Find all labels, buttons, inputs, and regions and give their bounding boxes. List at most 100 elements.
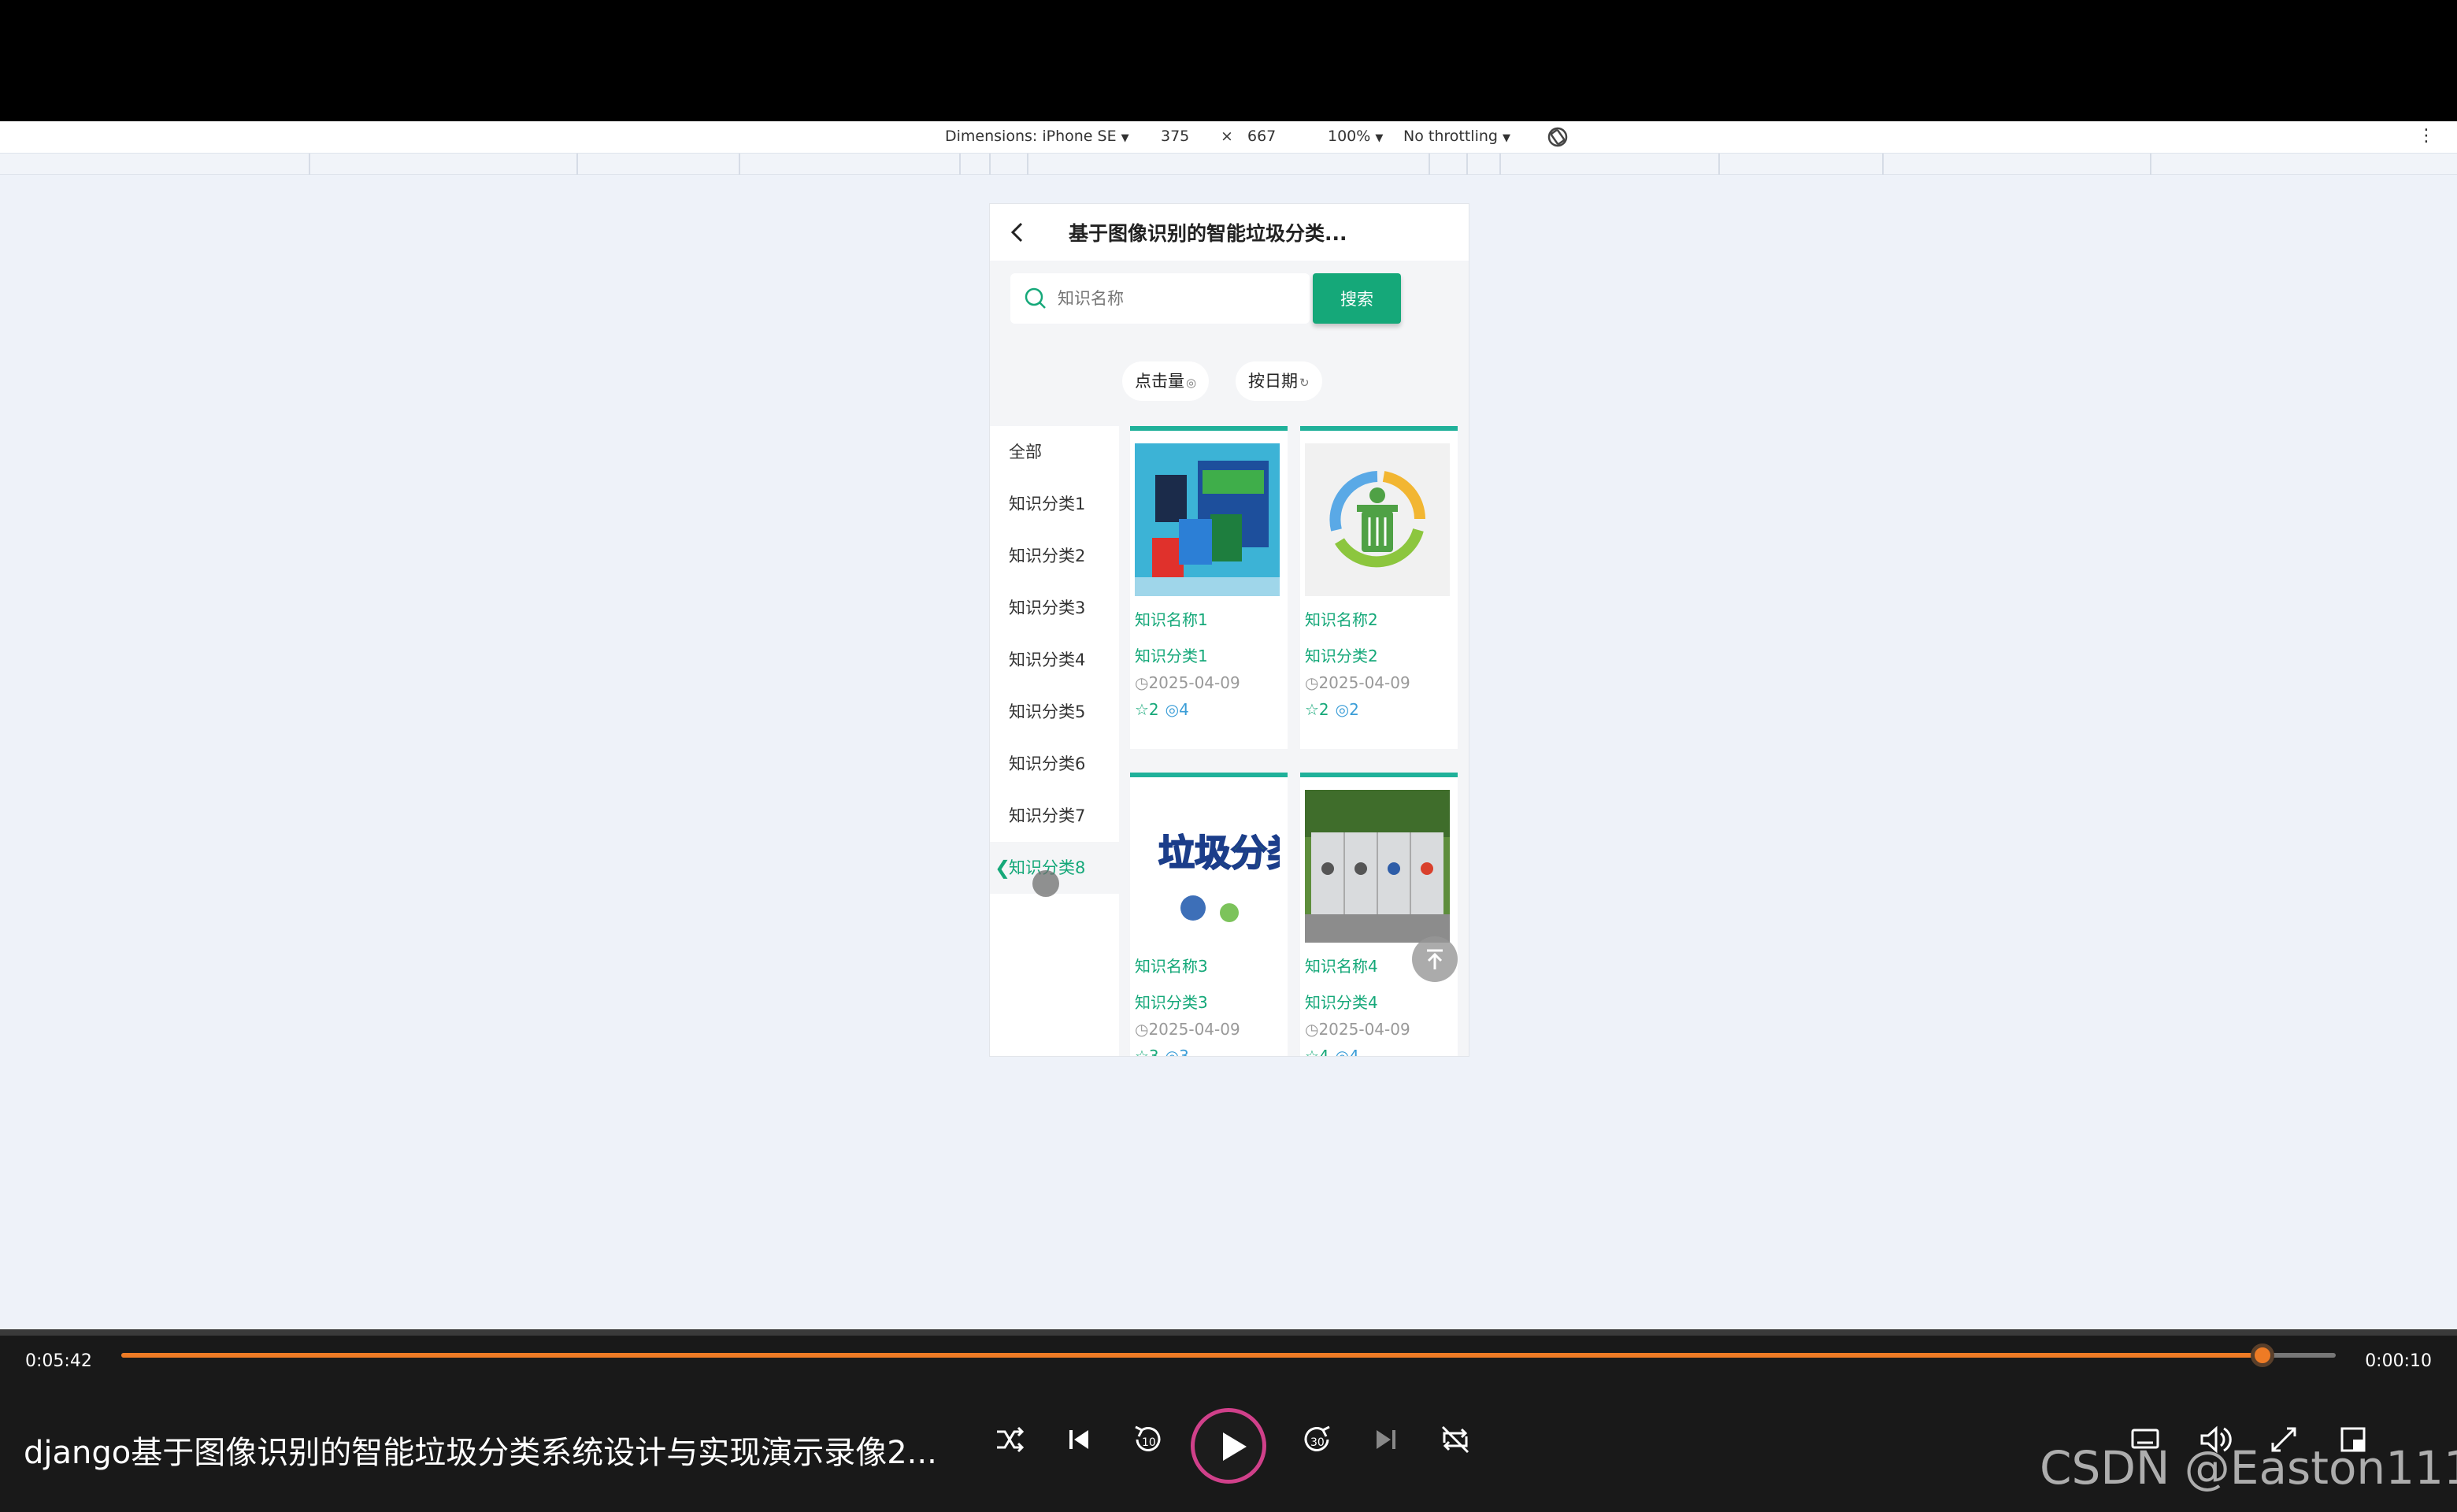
ruler-tick <box>2150 154 2151 176</box>
card-name: 知识名称4 <box>1305 957 1378 976</box>
chevron-down-icon: ▼ <box>1375 132 1384 144</box>
media-query-ruler <box>0 153 2457 176</box>
card-stats: ☆2 ◎2 <box>1305 700 1359 719</box>
height-field[interactable]: 667 <box>1247 128 1276 145</box>
view-count: ◎4 <box>1165 700 1189 719</box>
more-options-icon[interactable]: ⋮ <box>2418 126 2435 146</box>
card-date: ◷2025-04-09 <box>1135 673 1240 692</box>
ruler-tick <box>1499 154 1501 176</box>
category-item[interactable]: 全部 <box>990 426 1119 478</box>
screen: Dimensions: iPhone SE ▼ 375 × 667 100% ▼ N… <box>0 0 2457 1512</box>
next-icon[interactable] <box>1362 1416 1410 1463</box>
ruler-tick <box>1718 154 1720 176</box>
star-count: ☆2 <box>1135 700 1159 719</box>
search-icon <box>1023 286 1048 311</box>
watermark: CSDN @Easton111 <box>2040 1441 2457 1495</box>
back-arrow-icon[interactable] <box>1006 220 1031 245</box>
star-count: ☆2 <box>1305 700 1329 719</box>
view-count: ◎4 <box>1335 1047 1359 1057</box>
view-count: ◎2 <box>1335 700 1359 719</box>
ruler-tick <box>959 154 961 176</box>
category-sidebar: 全部 知识分类1 知识分类2 知识分类3 知识分类4 知识分类5 知识分类6 知… <box>990 426 1119 1056</box>
card-name: 知识名称2 <box>1305 610 1378 629</box>
search-input[interactable] <box>1058 273 1294 324</box>
previous-icon[interactable] <box>1055 1416 1102 1463</box>
throttling-label: No throttling <box>1403 128 1498 145</box>
video-title: django基于图像识别的智能垃圾分类系统设计与实现演示录像2... <box>24 1435 937 1471</box>
card-stats: ☆3 ◎3 <box>1135 1047 1189 1057</box>
ruler-tick <box>1027 154 1028 176</box>
ruler-tick <box>309 154 310 176</box>
card-category: 知识分类1 <box>1135 647 1208 665</box>
progress-bar[interactable] <box>121 1343 2336 1367</box>
ruler-tick <box>989 154 991 176</box>
player-divider <box>0 1329 2457 1336</box>
video-player-controls: 0:05:42 0:00:10 django基于图像识别的智能垃圾分类系统设计与… <box>0 1329 2457 1512</box>
total-time: 0:00:10 <box>2365 1351 2432 1371</box>
category-item[interactable]: 知识分类5 <box>990 686 1119 738</box>
ruler-tick <box>1429 154 1430 176</box>
category-item[interactable]: 知识分类2 <box>990 530 1119 582</box>
eye-icon: ◎ <box>1186 376 1197 390</box>
dimensions-dropdown[interactable]: Dimensions: iPhone SE ▼ <box>945 128 1129 145</box>
card-category: 知识分类3 <box>1135 993 1208 1012</box>
knowledge-card[interactable]: 知识名称1 知识分类1 ◷2025-04-09 ☆2 ◎4 <box>1130 426 1288 749</box>
card-date: ◷2025-04-09 <box>1135 1020 1240 1039</box>
card-category: 知识分类4 <box>1305 993 1378 1012</box>
sort-by-date-button[interactable]: 按日期 ↻ <box>1236 361 1322 401</box>
category-item[interactable]: 知识分类6 <box>990 738 1119 790</box>
knowledge-card[interactable]: 知识名称2 知识分类2 ◷2025-04-09 ☆2 ◎2 <box>1300 426 1458 749</box>
card-image-recycle-bin <box>1305 443 1450 596</box>
times-sign: × <box>1221 128 1233 145</box>
search-button[interactable]: 搜索 <box>1313 273 1401 324</box>
ruler-tick <box>1882 154 1884 176</box>
card-image-garbage-text: 垃圾分类 <box>1135 790 1280 943</box>
play-button[interactable] <box>1191 1408 1266 1484</box>
card-image-outdoor-bins <box>1305 790 1450 943</box>
knowledge-card[interactable]: 垃圾分类 知识名称3 知识分类3 ◷2025-04-09 ☆3 ◎3 <box>1130 773 1288 1057</box>
category-item[interactable]: 知识分类7 <box>990 790 1119 842</box>
sort-by-clicks-label: 点击量 <box>1135 372 1184 391</box>
card-stats: ☆4 ◎4 <box>1305 1047 1359 1057</box>
forward-30-icon[interactable]: 30 <box>1293 1416 1340 1463</box>
star-count: ☆4 <box>1305 1047 1329 1057</box>
category-item[interactable]: 知识分类4 <box>990 634 1119 686</box>
ruler-tick <box>739 154 740 176</box>
progress-handle[interactable] <box>2251 1343 2275 1367</box>
throttling-dropdown[interactable]: No throttling ▼ <box>1403 128 1510 145</box>
card-image-label: 垃圾分类 <box>1158 832 1280 874</box>
zoom-label: 100% <box>1328 128 1371 145</box>
category-item[interactable]: 知识分类1 <box>990 478 1119 530</box>
card-date: ◷2025-04-09 <box>1305 673 1410 692</box>
sort-by-clicks-button[interactable]: 点击量 ◎ <box>1122 361 1210 401</box>
sort-by-date-label: 按日期 <box>1248 372 1298 391</box>
page-title: 基于图像识别的智能垃圾分类... <box>1069 222 1347 245</box>
zoom-dropdown[interactable]: 100% ▼ <box>1328 128 1383 145</box>
refresh-icon: ↻ <box>1299 376 1310 390</box>
current-time: 0:05:42 <box>25 1351 92 1371</box>
card-name: 知识名称1 <box>1135 610 1208 629</box>
card-name: 知识名称3 <box>1135 957 1208 976</box>
shuffle-icon[interactable] <box>986 1416 1033 1463</box>
active-indicator-icon: ❮ <box>995 857 1011 879</box>
mobile-viewport: 基于图像识别的智能垃圾分类... 搜索 点击量◎ 按日期↻ 全部 知识分类1 知… <box>989 203 1469 1057</box>
touch-cursor <box>1032 870 1059 897</box>
view-count: ◎3 <box>1165 1047 1189 1057</box>
repeat-off-icon[interactable] <box>1432 1416 1479 1463</box>
knowledge-card[interactable]: 知识名称4 知识分类4 ◷2025-04-09 ☆4 ◎4 <box>1300 773 1458 1057</box>
top-black-bar <box>0 0 2457 121</box>
category-item[interactable]: 知识分类3 <box>990 582 1119 634</box>
chevron-down-icon: ▼ <box>1502 132 1510 144</box>
rotate-icon[interactable] <box>1545 124 1570 150</box>
dimensions-label: Dimensions: iPhone SE <box>945 128 1117 145</box>
search-box <box>1010 273 1310 324</box>
star-count: ☆3 <box>1135 1047 1159 1057</box>
rewind-label: 10 <box>1142 1436 1156 1449</box>
width-field[interactable]: 375 <box>1161 128 1189 145</box>
ruler-tick <box>1466 154 1468 176</box>
chevron-down-icon: ▼ <box>1121 132 1129 144</box>
card-category: 知识分类2 <box>1305 647 1378 665</box>
rewind-10-icon[interactable]: 10 <box>1125 1416 1172 1463</box>
forward-label: 30 <box>1310 1436 1325 1449</box>
back-to-top-button[interactable] <box>1412 936 1458 982</box>
